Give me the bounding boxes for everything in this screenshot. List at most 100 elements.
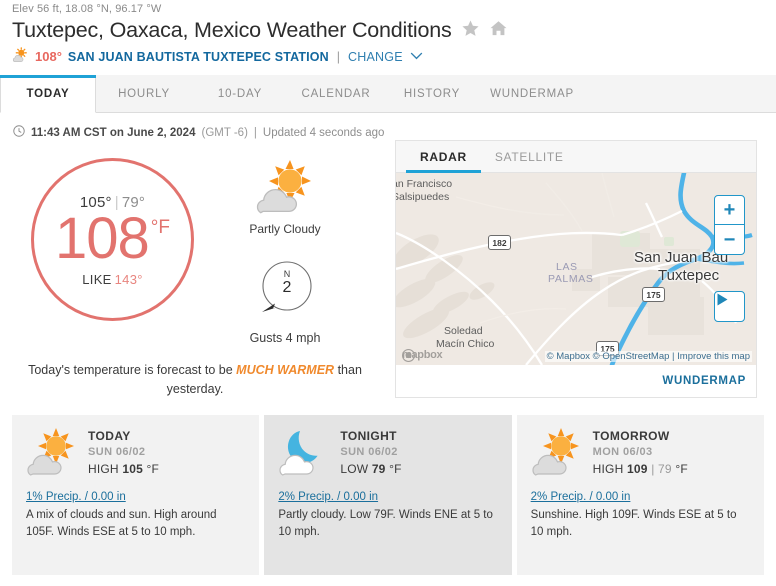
highway-shield-182: 182 — [488, 235, 511, 250]
feels-like-value: 143° — [114, 272, 143, 288]
station-row: 108° SAN JUAN BAUTISTA TUXTEPEC STATION … — [0, 43, 776, 66]
tab-10day[interactable]: 10-DAY — [192, 75, 288, 112]
tab-history[interactable]: HISTORY — [384, 75, 480, 112]
feels-like-label: LIKE — [82, 272, 112, 288]
home-icon[interactable] — [489, 19, 508, 43]
wind-gusts: Gusts 4 mph — [249, 331, 321, 345]
sun-cloud-icon — [26, 427, 80, 482]
card-temp-unit: °F — [389, 462, 402, 476]
card-temp: HIGH 105 °F — [88, 462, 159, 476]
tab-calendar[interactable]: CALENDAR — [288, 75, 384, 112]
mapbox-logo[interactable]: mapbox — [402, 349, 443, 362]
partly-cloudy-small-icon — [12, 47, 29, 66]
temperature-circle: 105° | 79° 108 °F LIKE 143° — [31, 158, 194, 321]
station-temperature: 108° — [35, 49, 62, 64]
tab-satellite[interactable]: SATELLITE — [481, 141, 578, 172]
tab-history-label: HISTORY — [403, 87, 461, 100]
forecast-emphasis: MUCH WARMER — [236, 363, 335, 377]
card-precip-link[interactable]: 1% Precip. / 0.00 in — [26, 491, 245, 503]
moon-cloud-icon — [278, 427, 332, 482]
main-content: 105° | 79° 108 °F LIKE 143° Partly Cloud… — [0, 140, 776, 410]
forecast-card-tonight: TONIGHT SUN 06/02 LOW 79 °F 2% Precip. /… — [264, 415, 512, 575]
map-graphics — [396, 173, 756, 365]
wind-direction-arrow-icon: N 2 — [254, 258, 316, 325]
card-top: TONIGHT SUN 06/02 LOW 79 °F — [278, 427, 497, 482]
forecast-cards: TODAY SUN 06/02 HIGH 105 °F 1% Precip. /… — [12, 415, 764, 575]
card-top: TOMORROW MON 06/03 HIGH 109 | 79 °F — [531, 427, 750, 482]
tab-today[interactable]: TODAY — [0, 75, 96, 113]
forecast-card-today: TODAY SUN 06/02 HIGH 105 °F 1% Precip. /… — [12, 415, 260, 575]
card-meta: TONIGHT SUN 06/02 LOW 79 °F — [340, 427, 401, 476]
card-description: Partly cloudy. Low 79F. Winds ENE at 5 t… — [278, 509, 493, 539]
map-attribution[interactable]: © Mapbox © OpenStreetMap | Improve this … — [544, 351, 752, 362]
forecast-card-tomorrow: TOMORROW MON 06/03 HIGH 109 | 79 °F 2% P… — [516, 415, 764, 575]
partly-cloudy-icon — [254, 158, 316, 219]
svg-text:N: N — [284, 269, 291, 279]
card-temp-label: LOW — [340, 462, 369, 476]
condition-column: Partly Cloudy N 2 Gusts 4 mph — [225, 158, 345, 345]
card-temp-value: 79 — [371, 462, 386, 476]
svg-text:2: 2 — [283, 279, 292, 296]
card-temp-unit: °F — [675, 462, 688, 476]
card-when: TOMORROW — [592, 429, 670, 443]
card-temp: HIGH 109 | 79 °F — [593, 462, 688, 476]
card-temp-label: HIGH — [88, 462, 119, 476]
tab-calendar-label: CALENDAR — [301, 87, 371, 100]
wind-compass-wrap: N 2 Gusts 4 mph — [249, 258, 321, 345]
card-top: TODAY SUN 06/02 HIGH 105 °F — [26, 427, 245, 482]
temperature-circle-wrap: 105° | 79° 108 °F LIKE 143° — [0, 158, 225, 321]
current-conditions-panel: 105° | 79° 108 °F LIKE 143° Partly Cloud… — [0, 140, 390, 400]
forecast-summary: Today's temperature is forecast to be MU… — [0, 361, 390, 400]
tab-hourly-label: HOURLY — [118, 87, 170, 100]
timestamp-divider: | — [253, 126, 257, 139]
station-name-link[interactable]: SAN JUAN BAUTISTA TUXTEPEC STATION — [68, 50, 329, 64]
zoom-in-button[interactable]: + — [715, 196, 744, 225]
conditions-row: 105° | 79° 108 °F LIKE 143° Partly Cloud… — [0, 140, 390, 345]
condition-label: Partly Cloudy — [249, 222, 321, 236]
card-when: TONIGHT — [340, 429, 397, 443]
radar-play-button[interactable] — [714, 291, 745, 322]
highway-shield-175-a: 175 — [642, 287, 665, 302]
current-temperature-value: 108 — [55, 205, 150, 271]
card-date: MON 06/03 — [592, 446, 653, 458]
chevron-down-icon — [410, 49, 423, 63]
tab-radar[interactable]: RADAR — [406, 141, 481, 173]
radar-map[interactable]: an Francisco Salsipuedes LAS PALMAS Sole… — [396, 173, 756, 365]
tab-wundermap[interactable]: WUNDERMAP — [480, 75, 584, 112]
timestamp-updated: Updated 4 seconds ago — [262, 126, 385, 139]
main-tabbar: TODAY HOURLY 10-DAY CALENDAR HISTORY WUN… — [0, 75, 776, 113]
star-icon[interactable] — [461, 19, 480, 43]
observation-timestamp: 11:43 AM CST on June 2, 2024 (GMT -6) | … — [0, 113, 776, 140]
radar-tabbar: RADAR SATELLITE — [396, 141, 756, 173]
page-title: Tuxtepec, Oaxaca, Mexico Weather Conditi… — [12, 18, 452, 42]
timestamp-gmt: (GMT -6) — [201, 126, 248, 139]
elevation-coordinates: Elev 56 ft, 18.08 °N, 96.17 °W — [12, 3, 162, 15]
tab-hourly[interactable]: HOURLY — [96, 75, 192, 112]
card-temp-alt: | 79 — [651, 462, 672, 476]
current-temperature: 108 °F — [55, 205, 170, 271]
card-temp-unit: °F — [146, 462, 160, 476]
clock-icon — [13, 125, 25, 140]
change-station-button[interactable]: CHANGE — [348, 49, 423, 64]
card-date: SUN 06/02 — [88, 446, 146, 458]
card-meta: TOMORROW MON 06/03 HIGH 109 | 79 °F — [593, 427, 688, 476]
forecast-prefix: Today's temperature is forecast to be — [28, 363, 233, 377]
timestamp-main: 11:43 AM CST on June 2, 2024 — [31, 126, 196, 139]
temperature-unit: °F — [150, 216, 170, 238]
wundermap-link[interactable]: WUNDERMAP — [396, 365, 756, 396]
station-separator: | — [336, 49, 341, 64]
radar-panel: RADAR SATELLITE an Francisco Salsipuedes… — [395, 140, 757, 398]
card-temp-value: 105 — [122, 462, 143, 476]
card-precip-link[interactable]: 2% Precip. / 0.00 in — [278, 491, 497, 503]
tab-wundermap-label: WUNDERMAP — [490, 87, 574, 100]
zoom-out-button[interactable]: − — [715, 225, 744, 254]
card-precip-link[interactable]: 2% Precip. / 0.00 in — [531, 491, 750, 503]
feels-like: LIKE 143° — [82, 272, 142, 287]
tab-today-label: TODAY — [26, 87, 70, 100]
sun-cloud-icon — [531, 427, 585, 482]
tab-radar-label: RADAR — [420, 149, 467, 164]
tab-satellite-label: SATELLITE — [494, 149, 564, 164]
map-zoom-controls: + − — [714, 195, 745, 255]
title-row: Tuxtepec, Oaxaca, Mexico Weather Conditi… — [0, 15, 776, 43]
tab-10day-label: 10-DAY — [217, 87, 263, 100]
